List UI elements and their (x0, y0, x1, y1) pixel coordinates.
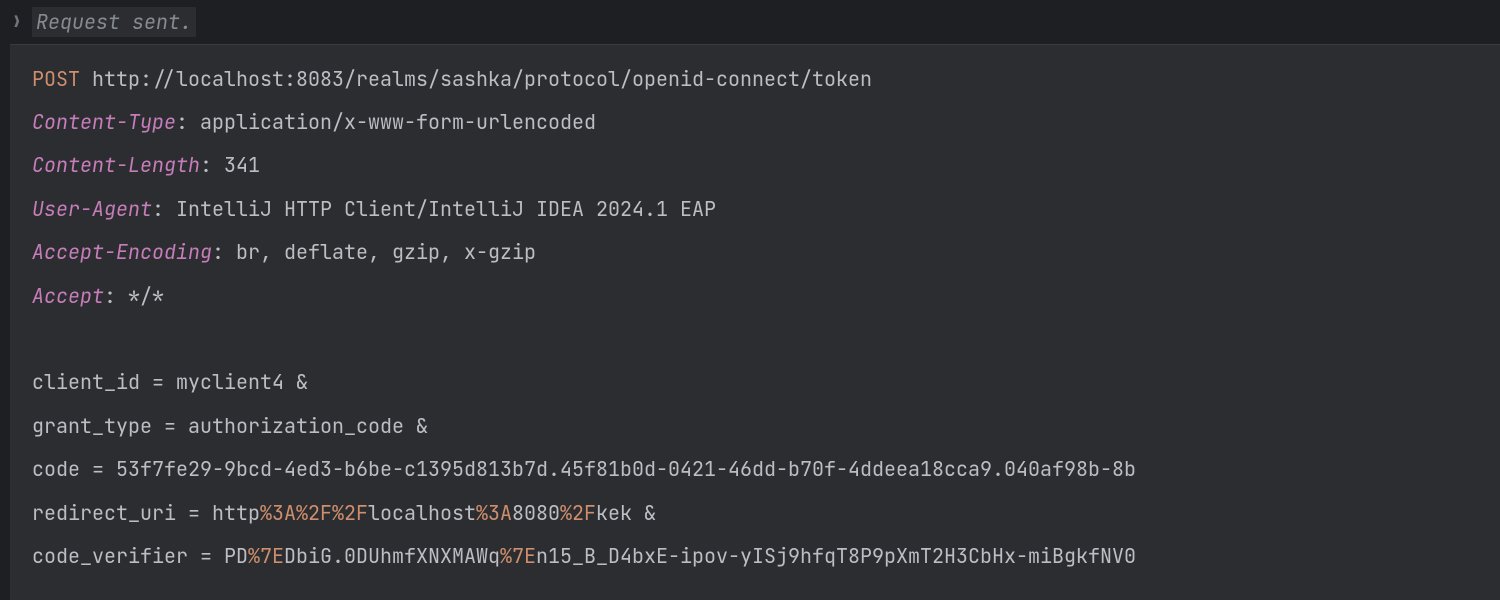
blank-line (32, 317, 1478, 360)
http-header-value: IntelliJ HTTP Client/IntelliJ IDEA 2024.… (176, 194, 716, 224)
body-text-fragment: n15_B_D4bxE-ipov-yISj9hfqT8P9pXmT2H3CbHx… (536, 541, 1136, 571)
http-header-value: application/x-www-form-urlencoded (200, 107, 596, 137)
body-text-fragment: DbiG.0DUhmfXNXMAWq (284, 541, 500, 571)
http-header-name: User-Agent (32, 194, 152, 224)
http-request-panel: POST http://localhost:8083/realms/sashka… (10, 44, 1500, 600)
http-header-value: br, deflate, gzip, x-gzip (236, 237, 536, 267)
http-header-value: */* (128, 281, 164, 311)
chevron-right-icon: ❯ (12, 10, 26, 34)
http-method: POST (32, 64, 80, 94)
body-text-fragment: 8080 (512, 498, 560, 528)
http-header-name: Content-Length (32, 150, 200, 180)
http-header-row: User-Agent: IntelliJ HTTP Client/Intelli… (32, 187, 1478, 230)
body-text-fragment: grant_type = authorization_code & (32, 411, 428, 441)
http-header-name: Content-Type (32, 107, 176, 137)
http-headers: Content-Type: application/x-www-form-url… (32, 100, 1478, 317)
http-header-name: Accept-Encoding (32, 237, 212, 267)
http-body-line: grant_type = authorization_code & (32, 404, 1478, 447)
http-header-value: 341 (224, 150, 260, 180)
url-encoded-fragment: %3A (476, 498, 512, 528)
http-body: client_id = myclient4 & grant_type = auth… (32, 361, 1478, 578)
url-encoded-fragment: %7E (248, 541, 284, 571)
body-text-fragment: localhost (368, 498, 476, 528)
collapsed-section-label: Request sent. (32, 7, 196, 37)
http-header-row: Content-Length: 341 (32, 144, 1478, 187)
url-encoded-fragment: %7E (500, 541, 536, 571)
http-body-line: code = 53f7fe29-9bcd-4ed3-b6be-c1395d813… (32, 448, 1478, 491)
http-url: http://localhost:8083/realms/sashka/prot… (92, 64, 872, 94)
body-text-fragment: kek & (596, 498, 656, 528)
http-header-row: Accept: */* (32, 274, 1478, 317)
http-body-line: redirect_uri = http%3A%2F%2Flocalhost%3A… (32, 491, 1478, 534)
body-text-fragment: code = 53f7fe29-9bcd-4ed3-b6be-c1395d813… (32, 454, 1136, 484)
http-body-line: client_id = myclient4 & (32, 361, 1478, 404)
body-text-fragment: redirect_uri = http (32, 498, 260, 528)
request-line: POST http://localhost:8083/realms/sashka… (32, 57, 1478, 100)
http-body-line: code_verifier = PD%7EDbiG.0DUhmfXNXMAWq%… (32, 534, 1478, 577)
body-text-fragment: code_verifier = PD (32, 541, 248, 571)
body-text-fragment: client_id = myclient4 & (32, 367, 308, 397)
url-encoded-fragment: %3A%2F%2F (260, 498, 368, 528)
http-header-row: Content-Type: application/x-www-form-url… (32, 100, 1478, 143)
http-header-name: Accept (32, 281, 104, 311)
collapsed-section-row[interactable]: ❯ Request sent. (0, 0, 1500, 44)
url-encoded-fragment: %2F (560, 498, 596, 528)
http-header-row: Accept-Encoding: br, deflate, gzip, x-gz… (32, 231, 1478, 274)
